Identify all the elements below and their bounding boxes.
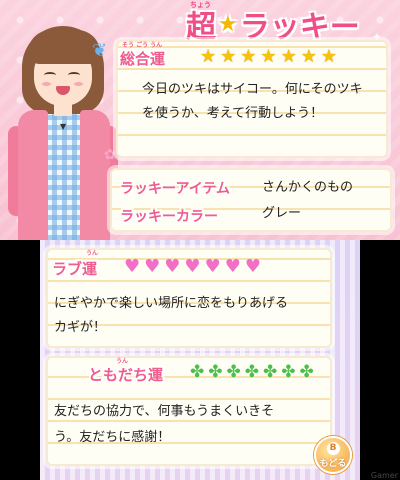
overall-fortune-label: 総合運 — [120, 50, 166, 68]
lucky-item-value: さんかくのもの — [262, 180, 354, 195]
love-fortune-panel: うん ラブ運 ♥ ♥ ♥ ♥ ♥ ♥ ♥ にぎやかで楽しい場所に恋をもりあげる カギが！ — [46, 248, 332, 348]
character-illustration: ▼ ❦ — [4, 22, 122, 240]
love-fortune-label: ラブ運 — [52, 260, 98, 278]
heart-icon: ♥ — [244, 256, 261, 277]
love-label-ruby: うん — [86, 250, 99, 257]
friend-message-line1: 友だちの協力で、何事もうまくいきそ — [54, 404, 275, 419]
star-icon: ★ — [220, 46, 237, 67]
bottom-screen: うん ラブ運 ♥ ♥ ♥ ♥ ♥ ♥ ♥ にぎやかで楽しい場所に恋をもりあげる カギが！ う… — [40, 240, 360, 480]
star-icon: ★ — [280, 46, 297, 67]
heart-icon: ♥ — [164, 256, 181, 277]
love-heart-rating: ♥ ♥ ♥ ♥ ♥ ♥ ♥ — [124, 258, 261, 276]
overall-star-rating: ★ ★ ★ ★ ★ ★ ★ — [200, 48, 337, 66]
back-button-label: もどる — [319, 458, 347, 469]
clover-icon: ✤ — [244, 362, 259, 382]
overall-message-line2: を使うか、考えて行動しよう！ — [142, 106, 324, 121]
friend-message-line2: う。友だちに感謝！ — [54, 430, 171, 445]
watermark: Gamer — [370, 471, 398, 480]
clover-icon: ✤ — [299, 362, 314, 382]
overall-message-line1: 今日のツキはサイコー。何にそのツキ — [142, 82, 363, 97]
fortune-title: 超 ★ ラッキー — [186, 4, 360, 45]
friend-clover-rating: ✤ ✤ ✤ ✤ ✤ ✤ ✤ — [190, 364, 314, 381]
clover-icon: ✤ — [263, 362, 278, 382]
star-icon: ★ — [320, 46, 337, 67]
b-key-icon: B — [326, 441, 340, 455]
heart-icon: ♥ — [224, 256, 241, 277]
top-screen: ▼ ❦ ちょう 超 ★ ラッキー ✦ ✿ ✿ ✿ そう ごう うん 総合運 ★★… — [0, 0, 400, 240]
lucky-color-value: グレー — [262, 206, 302, 221]
flower-icon: ✿ — [104, 147, 116, 163]
friend-fortune-label: ともだち運 — [88, 366, 164, 384]
heart-icon: ♥ — [204, 256, 221, 277]
friend-fortune-panel: うん ともだち運 ✤ ✤ ✤ ✤ ✤ ✤ ✤ 友だちの協力で、何事もうまくいきそ う。友だち… — [46, 356, 332, 466]
love-message-line2: カギが！ — [54, 320, 107, 335]
clover-icon: ✤ — [190, 362, 205, 382]
clover-icon: ✤ — [208, 362, 223, 382]
star-icon: ★ — [260, 46, 277, 67]
love-message-line1: にぎやかで楽しい場所に恋をもりあげる — [54, 296, 289, 311]
title-star-icon: ★ — [218, 11, 238, 37]
lucky-items-panel: ラッキーアイテム さんかくのもの ラッキーカラー グレー — [110, 168, 392, 232]
hair-bow-icon: ❦ — [92, 40, 108, 61]
back-button[interactable]: B もどる — [314, 436, 352, 474]
overall-fortune-panel: そう ごう うん 総合運 ★ ★ ★ ★ ★ ★ ★ 今日のツキはサイコー。何にそのツキ を… — [116, 40, 388, 158]
lucky-item-label: ラッキーアイテム — [120, 181, 231, 197]
star-icon: ★ — [200, 46, 217, 67]
star-icon: ★ — [300, 46, 317, 67]
heart-icon: ♥ — [184, 256, 201, 277]
lucky-color-label: ラッキーカラー — [120, 209, 218, 225]
clover-icon: ✤ — [226, 362, 241, 382]
clover-icon: ✤ — [281, 362, 296, 382]
heart-icon: ♥ — [124, 256, 141, 277]
star-icon: ★ — [240, 46, 257, 67]
heart-icon: ♥ — [144, 256, 161, 277]
